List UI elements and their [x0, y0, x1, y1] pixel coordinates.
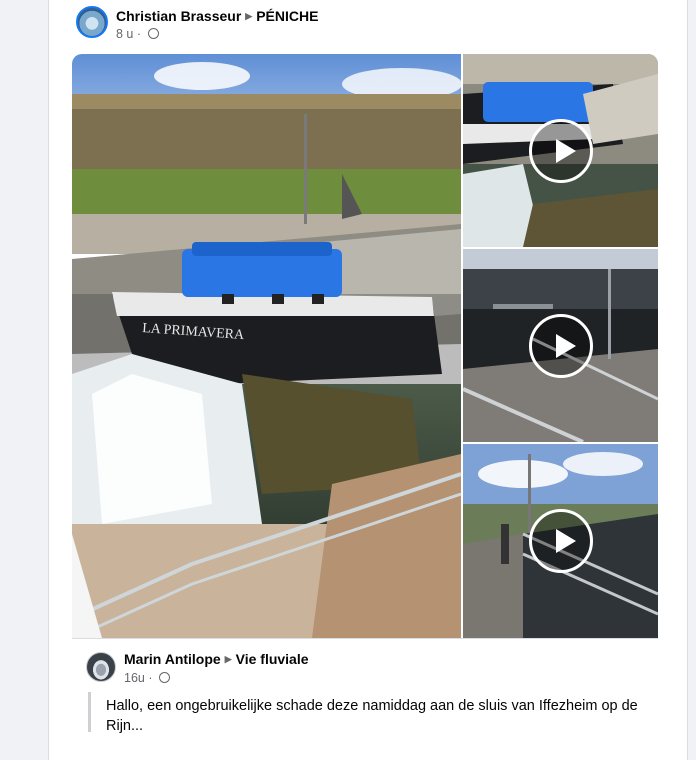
meta-separator: · — [136, 27, 142, 41]
shared-author-name[interactable]: Marin Antilope — [124, 651, 221, 667]
globe-icon — [147, 28, 159, 39]
quote-bar — [88, 692, 91, 732]
author-name[interactable]: Christian Brasseur — [116, 8, 241, 24]
globe-icon — [159, 672, 170, 683]
play-icon[interactable] — [528, 118, 593, 183]
shared-post-text: Hallo, een ongebruikelijke schade deze n… — [106, 696, 646, 736]
play-icon[interactable] — [528, 313, 593, 378]
shared-author-avatar[interactable] — [86, 652, 116, 682]
main-photo[interactable]: LA PRIMAVERA — [72, 54, 461, 638]
post-time[interactable]: 8 u — [116, 27, 133, 41]
meta-separator: · — [148, 671, 153, 685]
play-icon[interactable] — [528, 509, 593, 573]
author-avatar[interactable] — [76, 6, 108, 38]
video-thumbnail-2[interactable] — [463, 249, 658, 442]
shared-post: Marin Antilope ▶ Vie fluviale 16u · Hallo,… — [86, 650, 646, 734]
post-meta: 8 u · — [116, 27, 159, 41]
shared-post-time[interactable]: 16u — [124, 671, 145, 685]
group-name[interactable]: PÉNICHE — [256, 8, 318, 24]
shared-post-meta: 16u · — [124, 671, 170, 685]
shared-post-text-line-1: Hallo, een ongebruikelijke schade deze n… — [106, 698, 638, 714]
video-thumbnail-1[interactable] — [463, 54, 658, 247]
divider — [72, 638, 658, 639]
video-thumbnail-3[interactable] — [463, 444, 658, 638]
arrow-right-icon: ▶ — [245, 11, 253, 21]
media-grid: LA PRIMAVERA — [72, 54, 658, 638]
arrow-right-icon: ▶ — [224, 654, 232, 664]
shared-post-title: Marin Antilope ▶ Vie fluviale — [124, 651, 309, 667]
shared-group-name[interactable]: Vie fluviale — [236, 651, 309, 667]
shared-post-text-line-2: Rijn... — [106, 718, 144, 734]
post-title: Christian Brasseur ▶ PÉNICHE — [116, 8, 318, 24]
